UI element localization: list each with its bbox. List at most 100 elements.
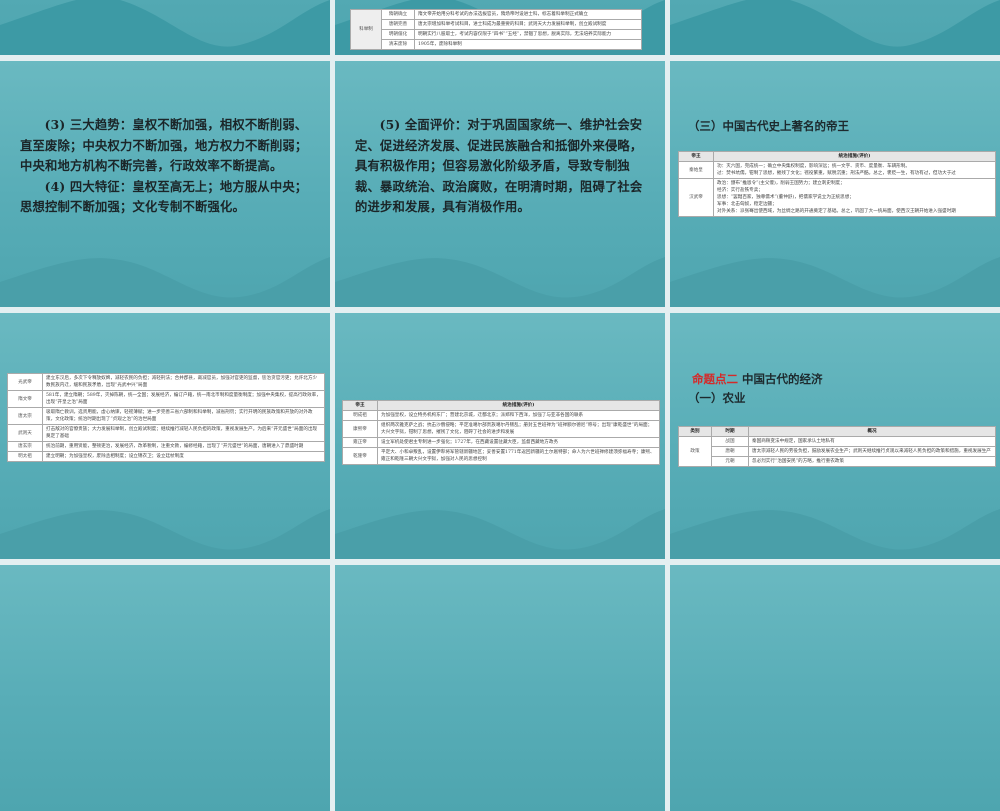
table-row: 雍正帝 设立军机处使君主专制进一步强化；1727年，在西藏设置驻藏大臣，监督西藏地… — [342, 437, 660, 448]
trends-text: (3) 三大趋势：皇权不断加强，相权不断削弱、直至废除；中央权力不断加强，地方权… — [20, 115, 308, 218]
slide-thumbnail[interactable]: 帝王 统治措施(评价) 明成祖 为加强皇权，设立特务机构东厂；营建北京城，迁都北京；派… — [335, 313, 665, 559]
emperors-table-continued: 光武帝 建立东汉后，多次下令释放奴婢，减轻农民的负担；减轻刑法；合并郡县，裁减官员… — [7, 373, 325, 462]
wave-decoration — [670, 509, 1000, 559]
emperor-name: 明太祖 — [7, 451, 43, 462]
table-row: 隋文帝 581年，建立隋朝；589年，灭掉陈朝，统一全国；发展经济，编订户籍，统一… — [7, 390, 325, 408]
measures-cell: 功：灭六国，完成统一；确立中央集权制度，影响深远；统一文字、货币、度量衡、车辆形… — [713, 161, 996, 179]
sub-heading: （一）农业 — [688, 391, 746, 405]
slide-thumbnail[interactable] — [0, 0, 330, 55]
measures-cell: 建立明朝；为加强皇权，废除丞相制度；设立锦衣卫；设立廷杖制度 — [42, 451, 325, 462]
agriculture-table: 类别 时期 概况 政策 战国 秦国商鞅变法中规定，国家承认土地私有 唐朝 唐太宗减轻人民的劳役… — [678, 426, 996, 467]
column-header: 类别 — [678, 426, 712, 437]
table-row: 元朝 忽必烈实行“治国安民”的方略，推行重农政策 — [679, 456, 996, 467]
table-row: 明太祖 建立明朝；为加强皇权，废除丞相制度；设立锦衣卫；设立廷杖制度 — [7, 451, 325, 462]
topic-title: 中国古代的经济 — [742, 372, 823, 386]
column-header: 帝王 — [342, 400, 378, 411]
slide-thumbnail[interactable]: (3) 三大趋势：皇权不断加强，相权不断削弱、直至废除；中央权力不断加强，地方权… — [0, 61, 330, 307]
column-header: 概况 — [748, 426, 996, 437]
qing-emperors-table: 帝王 统治措施(评价) 明成祖 为加强皇权，设立特务机构东厂；营建北京城，迁都北京；派… — [342, 400, 660, 465]
wave-decoration — [0, 509, 330, 559]
emperor-name: 乾隆帝 — [342, 447, 378, 465]
period-cell: 明朝僵化 — [381, 29, 415, 40]
table-row: 帝王 统治措施(评价) — [678, 151, 996, 162]
slide-thumbnail[interactable] — [335, 565, 665, 811]
table-row: 类别 时期 概况 — [678, 426, 996, 437]
emperor-name: 明成祖 — [342, 410, 378, 421]
content-cell: 明朝实行八股取士，考试内容仅限于“四书”“五经”，禁锢了思想，脱离实际，无法培养… — [414, 29, 642, 40]
emperor-name: 秦始皇 — [678, 161, 714, 179]
emperor-name: 武则天 — [7, 424, 43, 442]
measures-cell: 设立军机处使君主专制进一步强化；1727年，在西藏设置驻藏大臣，监督西藏地方政务 — [377, 437, 660, 448]
slide-thumbnail[interactable]: (5) 全面评价：对于巩固国家统一、维护社会安定、促进经济发展、促进民族融合和抵… — [335, 61, 665, 307]
topic-label: 命题点二 — [692, 372, 738, 386]
evaluation-text: (5) 全面评价：对于巩固国家统一、维护社会安定、促进经济发展、促进民族融合和抵… — [355, 115, 643, 218]
table-row: 明成祖 为加强皇权，设立特务机构东厂；营建北京城，迁都北京；派郑和下西洋，加强了与… — [342, 410, 660, 421]
period-cell: 战国 — [711, 436, 749, 447]
content-cell: 忽必烈实行“治国安民”的方略，推行重农政策 — [748, 456, 996, 467]
emperor-name: 汉武帝 — [678, 178, 714, 217]
slide-thumbnail[interactable]: 科举制 隋朝确立 隋文帝开始用分科考试的办法选拔官员，隋炀帝时设进士科，标志着科举制… — [335, 0, 665, 55]
wave-decoration — [670, 0, 1000, 55]
table-row: 光武帝 建立东汉后，多次下令释放奴婢，减轻农民的负担；减轻刑法；合并郡县，裁减官员… — [7, 373, 325, 391]
table-row: 康熙帝 组织两次雅克萨之战；抗击沙俄侵略；平定准噶尔部贵族噶尔丹叛乱；册封五世班禅… — [342, 420, 660, 438]
measures-cell: 组织两次雅克萨之战；抗击沙俄侵略；平定准噶尔部贵族噶尔丹叛乱；册封五世班禅为“班… — [377, 420, 660, 438]
slide-thumbnail[interactable] — [670, 565, 1000, 811]
measures-cell: 为加强皇权，设立特务机构东厂；营建北京城，迁都北京；派郑和下西洋，加强了与亚非各… — [377, 410, 660, 421]
period-cell: 唐朝 — [711, 446, 749, 457]
content-cell: 唐太宗增加科举考试科目，进士科成为最重要的科目；武则天大力发展科举制，创立殿试制… — [414, 19, 642, 30]
wave-decoration — [0, 0, 330, 55]
paragraph: (4) 四大特征：皇权至高无上；地方服从中央；思想控制不断加强；文化专制不断强化… — [20, 178, 308, 215]
paragraph: (3) 三大趋势：皇权不断加强，相权不断削弱、直至废除；中央权力不断加强，地方权… — [20, 117, 308, 173]
slide-thumbnail[interactable]: 光武帝 建立东汉后，多次下令释放奴婢，减轻农民的负担；减轻刑法；合并郡县，裁减官员… — [0, 313, 330, 559]
column-header: 统治措施(评价) — [377, 400, 660, 411]
slide-thumbnail[interactable]: （三）中国古代史上著名的帝王 帝王 统治措施(评价) 秦始皇 功：灭六国，完成统一；确… — [670, 61, 1000, 307]
period-cell: 元朝 — [711, 456, 749, 467]
slide-thumbnail[interactable] — [0, 565, 330, 811]
emperor-name: 雍正帝 — [342, 437, 378, 448]
table-row: 秦始皇 功：灭六国，完成统一；确立中央集权制度，影响深远；统一文字、货币、度量衡、… — [678, 161, 996, 179]
group-cell: 科举制 — [350, 9, 382, 50]
content-cell: 隋文帝开始用分科考试的办法选拔官员，隋炀帝时设进士科，标志着科举制正式确立 — [414, 9, 642, 20]
measures-cell: 平定大、小和卓叛乱，设置伊犁将军管辖新疆地区；妥善安置1771年返回新疆的土尔扈… — [377, 447, 660, 465]
table-row: 唐玄宗 统治前期，重用贤能，整顿吏治，发展经济，改革税制，注重文教，编修经籍，出现… — [7, 441, 325, 452]
emperor-name: 唐玄宗 — [7, 441, 43, 452]
imperial-exam-table: 科举制 隋朝确立 隋文帝开始用分科考试的办法选拔官员，隋炀帝时设进士科，标志着科举制… — [350, 9, 642, 50]
table-row: 乾隆帝 平定大、小和卓叛乱，设置伊犁将军管辖新疆地区；妥善安置1771年返回新疆的… — [342, 447, 660, 465]
measures-cell: 统治前期，重用贤能，整顿吏治，发展经济，改革税制，注重文教，编修经籍，出现了“开… — [42, 441, 325, 452]
table-row: 唐太宗 吸取隋亡教训，选贤用能，虚心纳谏，轻徭薄赋；进一步完善三省六部制和科举制，… — [7, 407, 325, 425]
wave-decoration — [335, 509, 665, 559]
column-header: 时期 — [711, 426, 749, 437]
measures-cell: 政治：颁布“推恩令”(主父偃)，削弱王国势力；建立刺史制度； 经济：实行盐铁专卖；… — [713, 178, 996, 217]
wave-decoration — [670, 257, 1000, 307]
table-row: 政策 战国 秦国商鞅变法中规定，国家承认土地私有 — [678, 436, 996, 467]
emperors-table: 帝王 统治措施(评价) 秦始皇 功：灭六国，完成统一；确立中央集权制度，影响深远；统一… — [678, 151, 996, 217]
paragraph: (5) 全面评价：对于巩固国家统一、维护社会安定、促进经济发展、促进民族融合和抵… — [355, 117, 643, 214]
period-cell: 唐朝完善 — [381, 19, 415, 30]
category-cell: 政策 — [678, 436, 712, 467]
table-row: 唐朝 唐太宗减轻人民的劳役负担，鼓励发展农业生产；武则天继续推行贞观以来减轻人民负… — [679, 446, 996, 457]
topic-heading: 命题点二 中国古代的经济 — [692, 371, 823, 387]
slide-heading: （三）中国古代史上著名的帝王 — [688, 119, 849, 133]
measures-cell: 建立东汉后，多次下令释放奴婢，减轻农民的负担；减轻刑法；合并郡县，裁减官员，加强… — [42, 373, 325, 391]
content-cell: 秦国商鞅变法中规定，国家承认土地私有 — [748, 436, 996, 447]
table-row: 武则天 打击敌对的官僚贵族；大力发展科举制，创立殿试制度；继续推行减轻人民负担的政… — [7, 424, 325, 442]
emperor-name: 康熙帝 — [342, 420, 378, 438]
emperor-name: 唐太宗 — [7, 407, 43, 425]
period-cell: 清末废除 — [381, 39, 415, 50]
wave-decoration — [0, 257, 330, 307]
content-cell: 唐太宗减轻人民的劳役负担，鼓励发展农业生产；武则天继续推行贞观以来减轻人民负担的… — [748, 446, 996, 457]
wave-decoration — [335, 257, 665, 307]
column-header: 帝王 — [678, 151, 714, 162]
period-cell: 隋朝确立 — [381, 9, 415, 20]
table-row: 汉武帝 政治：颁布“推恩令”(主父偃)，削弱王国势力；建立刺史制度； 经济：实行盐铁… — [678, 178, 996, 217]
table-row: 明朝僵化 明朝实行八股取士，考试内容仅限于“四书”“五经”，禁锢了思想，脱离实际，… — [351, 29, 642, 40]
table-row: 唐朝完善 唐太宗增加科举考试科目，进士科成为最重要的科目；武则天大力发展科举制，创… — [351, 19, 642, 30]
slide-thumbnail[interactable]: 命题点二 中国古代的经济 （一）农业 类别 时期 概况 政策 战国 秦国商鞅变法中规定，国… — [670, 313, 1000, 559]
emperor-name: 光武帝 — [7, 373, 43, 391]
measures-cell: 581年，建立隋朝；589年，灭掉陈朝，统一全国；发展经济，编订户籍，统一南北币… — [42, 390, 325, 408]
emperor-name: 隋文帝 — [7, 390, 43, 408]
table-row: 科举制 隋朝确立 隋文帝开始用分科考试的办法选拔官员，隋炀帝时设进士科，标志着科举制… — [350, 9, 642, 50]
measures-cell: 打击敌对的官僚贵族；大力发展科举制，创立殿试制度；继续推行减轻人民负担的政策，重… — [42, 424, 325, 442]
table-row: 帝王 统治措施(评价) — [342, 400, 660, 411]
slide-thumbnail[interactable] — [670, 0, 1000, 55]
